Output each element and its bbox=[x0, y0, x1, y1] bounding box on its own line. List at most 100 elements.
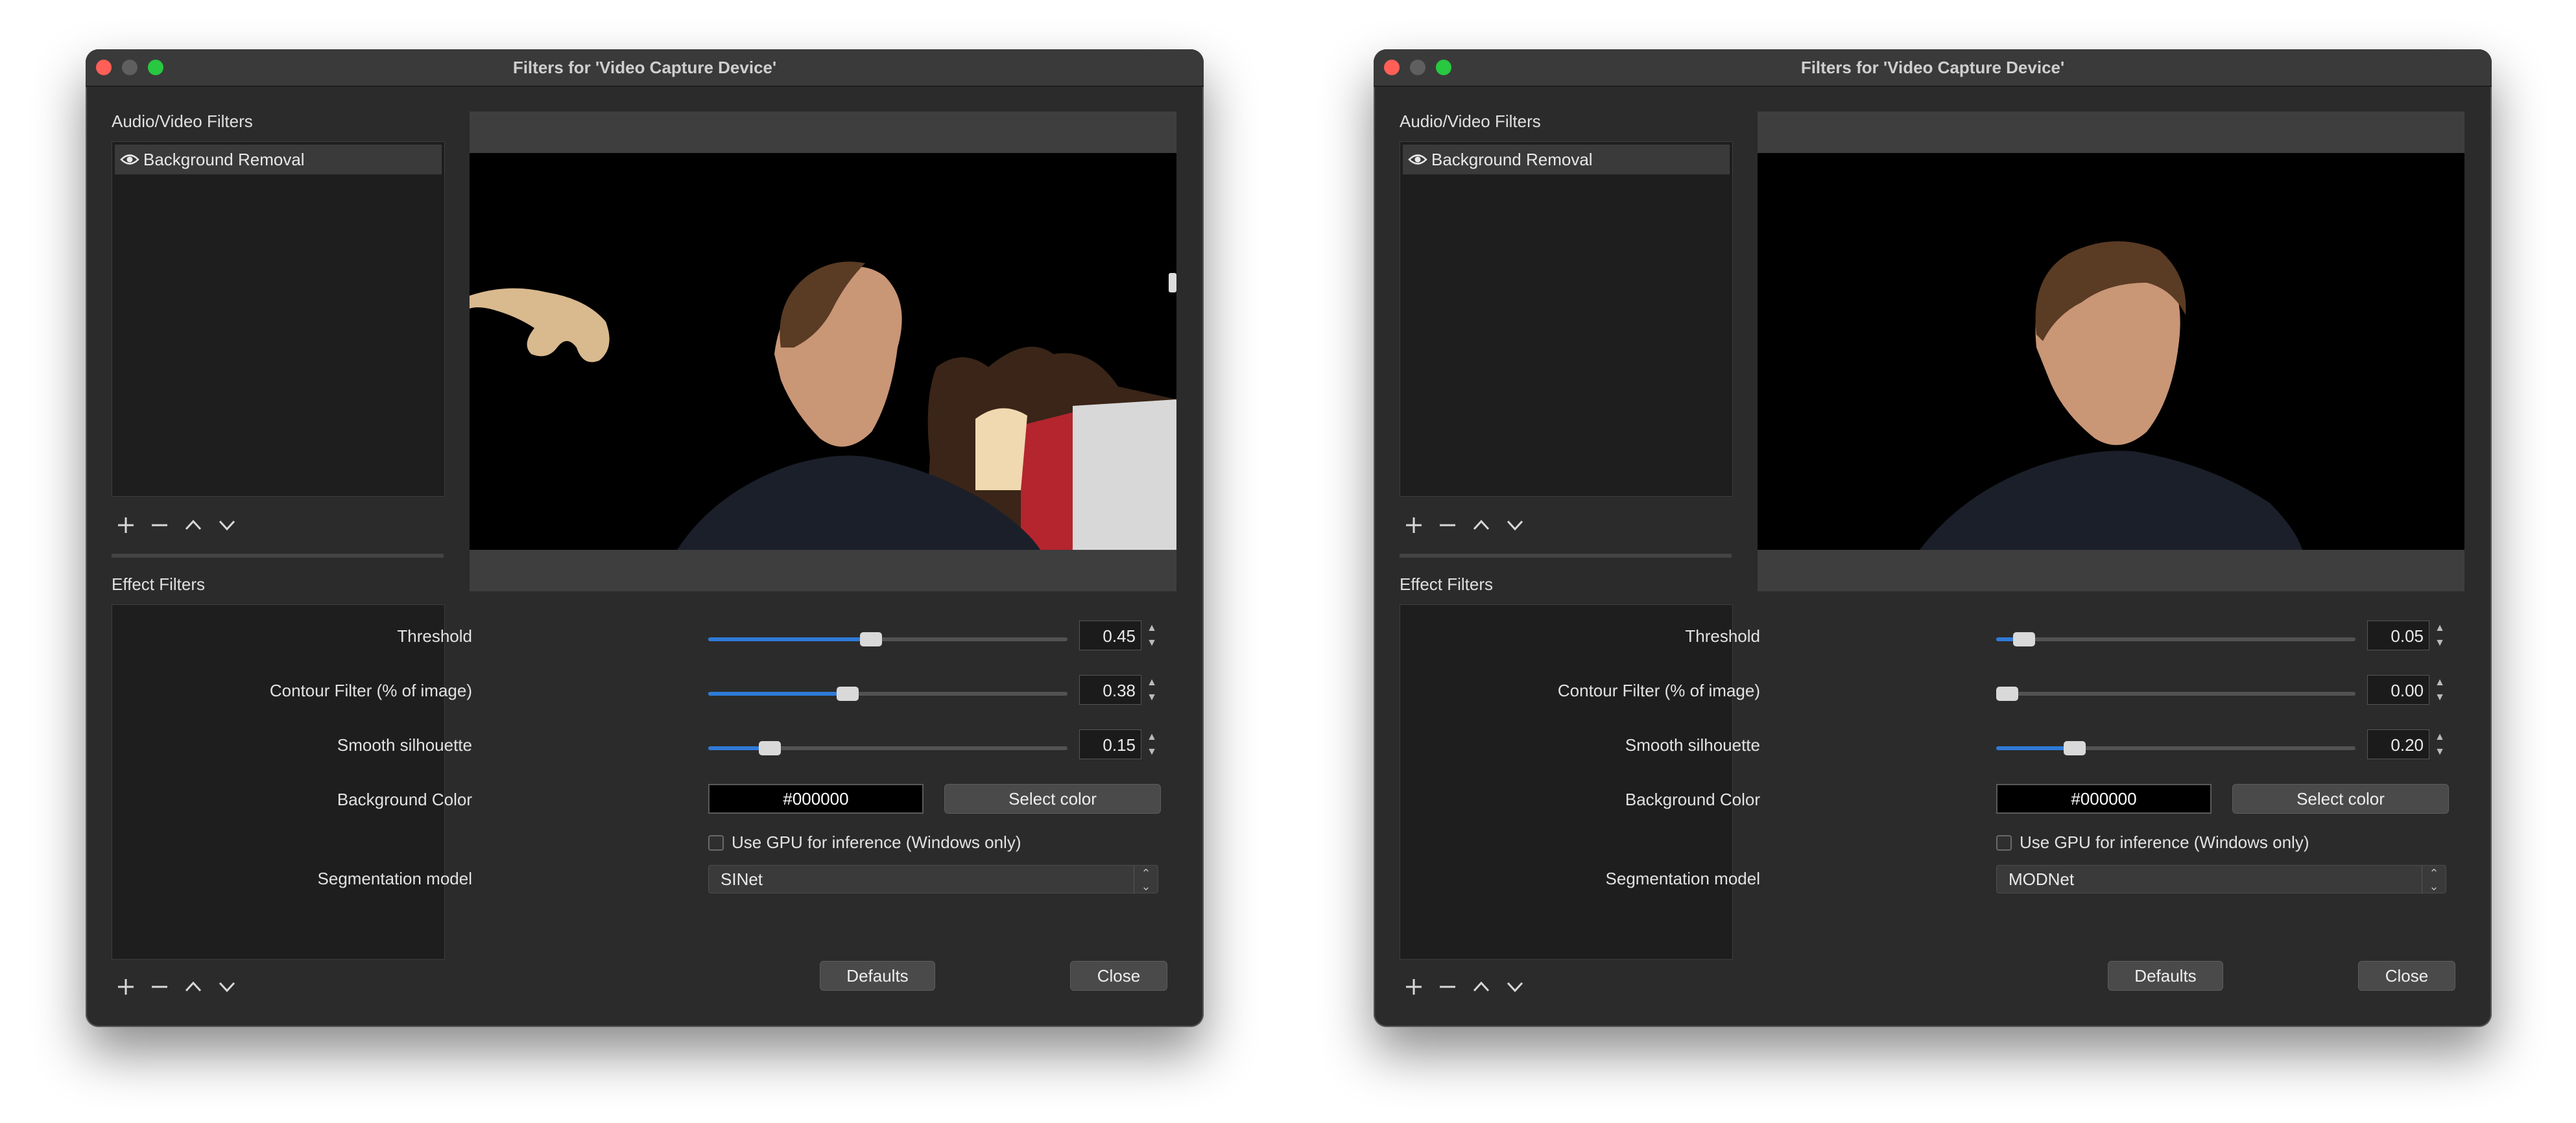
panel-splitter[interactable] bbox=[112, 554, 444, 558]
move-effect-down-button[interactable] bbox=[1501, 973, 1529, 1001]
add-filter-button[interactable] bbox=[112, 511, 140, 539]
video-preview bbox=[470, 153, 1176, 550]
chevron-up-icon[interactable]: ▲ bbox=[1143, 675, 1161, 690]
chevron-down-icon[interactable]: ▼ bbox=[2431, 635, 2449, 650]
contour-filter-stepper[interactable]: ▲ ▼ bbox=[2431, 675, 2449, 705]
segmentation-model-value: SINet bbox=[721, 869, 763, 889]
contour-slider-handle[interactable] bbox=[837, 687, 859, 701]
threshold-slider-handle[interactable] bbox=[2013, 632, 2035, 646]
defaults-button[interactable]: Defaults bbox=[2108, 961, 2223, 991]
threshold-stepper[interactable]: ▲ ▼ bbox=[1143, 621, 1161, 650]
window-title: Filters for 'Video Capture Device' bbox=[1800, 58, 2065, 77]
add-effect-button[interactable] bbox=[1400, 973, 1428, 1001]
contour-filter-label: Contour Filter (% of image) bbox=[269, 681, 472, 700]
smooth-silhouette-spinbox[interactable]: 0.20 bbox=[2367, 729, 2429, 759]
remove-effect-button[interactable] bbox=[1433, 973, 1462, 1001]
chevron-down-icon[interactable]: ▼ bbox=[2431, 744, 2449, 759]
threshold-slider[interactable] bbox=[708, 632, 1067, 646]
smooth-silhouette-stepper[interactable]: ▲ ▼ bbox=[1143, 729, 1161, 759]
move-filter-up-button[interactable] bbox=[1467, 511, 1496, 539]
chevron-up-icon[interactable]: ▲ bbox=[2431, 675, 2449, 690]
contour-filter-spinbox[interactable]: 0.38 bbox=[1079, 675, 1141, 705]
smooth-silhouette-slider[interactable] bbox=[708, 741, 1067, 755]
camera-frame-image bbox=[1758, 153, 2464, 550]
chevron-up-icon[interactable]: ▲ bbox=[2431, 729, 2449, 744]
eye-icon[interactable] bbox=[120, 152, 139, 167]
chevron-up-icon bbox=[185, 981, 202, 992]
contour-filter-spinbox[interactable]: 0.00 bbox=[2367, 675, 2429, 705]
filter-item-background-removal[interactable]: Background Removal bbox=[1403, 145, 1730, 174]
contour-slider-handle[interactable] bbox=[1996, 687, 2018, 701]
title-bar[interactable]: Filters for 'Video Capture Device' bbox=[86, 49, 1204, 87]
contour-filter-slider[interactable] bbox=[1996, 687, 2355, 701]
threshold-spinbox[interactable]: 0.05 bbox=[2367, 621, 2429, 650]
filters-window-1: Filters for 'Video Capture Device' Audio… bbox=[86, 49, 1204, 1027]
effect-filter-list[interactable] bbox=[1400, 604, 1733, 960]
filter-item-label: Background Removal bbox=[143, 150, 305, 169]
close-button[interactable]: Close bbox=[1070, 961, 1167, 991]
smooth-silhouette-stepper[interactable]: ▲ ▼ bbox=[2431, 729, 2449, 759]
effect-filters-label: Effect Filters bbox=[1400, 574, 1494, 594]
preview-top-bar bbox=[1758, 112, 2464, 153]
smooth-silhouette-slider[interactable] bbox=[1996, 741, 2355, 755]
effect-filter-toolbar bbox=[112, 973, 254, 1001]
defaults-button[interactable]: Defaults bbox=[820, 961, 935, 991]
remove-filter-button[interactable] bbox=[1433, 511, 1462, 539]
use-gpu-checkbox[interactable] bbox=[1996, 835, 2012, 851]
chevron-up-icon[interactable]: ▲ bbox=[1143, 729, 1161, 744]
smooth-silhouette-spinbox[interactable]: 0.15 bbox=[1079, 729, 1141, 759]
chevron-down-icon[interactable]: ▼ bbox=[1143, 744, 1161, 759]
contour-filter-stepper[interactable]: ▲ ▼ bbox=[1143, 675, 1161, 705]
chevron-down-icon bbox=[219, 982, 235, 993]
use-gpu-label: Use GPU for inference (Windows only) bbox=[732, 833, 1021, 852]
segmentation-model-select[interactable]: MODNet ⌃ ⌄ bbox=[1996, 865, 2446, 894]
chevron-down-icon[interactable]: ▼ bbox=[1143, 635, 1161, 650]
background-color-swatch: #000000 bbox=[1996, 784, 2212, 814]
select-color-button[interactable]: Select color bbox=[944, 784, 1161, 814]
move-effect-down-button[interactable] bbox=[213, 973, 241, 1001]
filter-item-label: Background Removal bbox=[1431, 150, 1593, 169]
smooth-slider-handle[interactable] bbox=[759, 741, 781, 755]
add-filter-button[interactable] bbox=[1400, 511, 1428, 539]
contour-filter-label: Contour Filter (% of image) bbox=[1557, 681, 1760, 700]
smooth-silhouette-label: Smooth silhouette bbox=[337, 735, 472, 755]
select-color-button[interactable]: Select color bbox=[2232, 784, 2449, 814]
title-bar[interactable]: Filters for 'Video Capture Device' bbox=[1374, 49, 2492, 87]
move-effect-up-button[interactable] bbox=[179, 973, 208, 1001]
window-title: Filters for 'Video Capture Device' bbox=[512, 58, 777, 77]
contour-slider-fill bbox=[708, 692, 848, 696]
audio-video-filter-toolbar bbox=[1400, 511, 1542, 539]
threshold-slider[interactable] bbox=[1996, 632, 2355, 646]
threshold-slider-handle[interactable] bbox=[860, 632, 882, 646]
remove-effect-button[interactable] bbox=[145, 973, 174, 1001]
eye-icon[interactable] bbox=[1408, 152, 1427, 167]
move-filter-down-button[interactable] bbox=[1501, 511, 1529, 539]
chevron-up-icon[interactable]: ▲ bbox=[1143, 621, 1161, 635]
chevron-down-icon[interactable]: ▼ bbox=[1143, 690, 1161, 705]
chevron-up-icon[interactable]: ▲ bbox=[2431, 621, 2449, 635]
move-filter-up-button[interactable] bbox=[179, 511, 208, 539]
filter-item-background-removal[interactable]: Background Removal bbox=[115, 145, 442, 174]
move-effect-up-button[interactable] bbox=[1467, 973, 1496, 1001]
chevron-down-icon bbox=[219, 520, 235, 531]
chevron-up-icon bbox=[1473, 981, 1490, 992]
plus-icon bbox=[118, 979, 134, 995]
chevron-down-icon bbox=[1507, 982, 1523, 993]
add-effect-button[interactable] bbox=[112, 973, 140, 1001]
effect-filter-list[interactable] bbox=[112, 604, 445, 960]
segmentation-model-select[interactable]: SINet ⌃ ⌄ bbox=[708, 865, 1158, 894]
threshold-stepper[interactable]: ▲ ▼ bbox=[2431, 621, 2449, 650]
move-filter-down-button[interactable] bbox=[213, 511, 241, 539]
chevron-down-icon[interactable]: ▼ bbox=[2431, 690, 2449, 705]
smooth-slider-handle[interactable] bbox=[2064, 741, 2086, 755]
contour-filter-slider[interactable] bbox=[708, 687, 1067, 701]
minus-icon bbox=[152, 986, 167, 988]
use-gpu-checkbox[interactable] bbox=[708, 835, 724, 851]
close-button[interactable]: Close bbox=[2358, 961, 2455, 991]
audio-video-filter-list[interactable]: Background Removal bbox=[1400, 141, 1733, 497]
audio-video-filter-list[interactable]: Background Removal bbox=[112, 141, 445, 497]
threshold-spinbox[interactable]: 0.45 bbox=[1079, 621, 1141, 650]
chevron-up-icon bbox=[185, 519, 202, 530]
remove-filter-button[interactable] bbox=[145, 511, 174, 539]
panel-splitter[interactable] bbox=[1400, 554, 1732, 558]
